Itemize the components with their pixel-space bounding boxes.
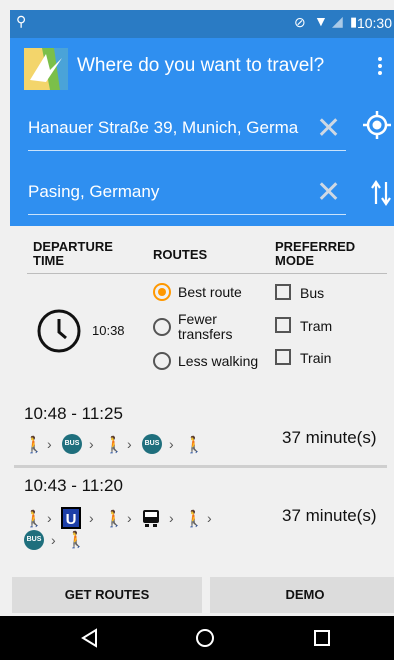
get-routes-button[interactable]: GET ROUTES (12, 577, 202, 613)
ubahn-icon: U (61, 507, 81, 529)
tram-icon (141, 508, 161, 528)
clock-icon[interactable] (36, 308, 82, 354)
result-duration: 37 minute(s) (282, 506, 377, 525)
result-duration: 37 minute(s) (282, 428, 377, 447)
bus-icon: BUS (24, 530, 44, 550)
mode-option-train[interactable]: Train (275, 349, 355, 367)
my-location-icon[interactable] (362, 110, 392, 140)
route-option-less-walking[interactable]: Less walking (153, 352, 265, 372)
checkbox-tram[interactable] (275, 317, 291, 333)
walk-icon: 🚶 (104, 437, 124, 454)
radio-fewer-transfers[interactable] (153, 318, 171, 336)
do-not-disturb-icon: ⊘ (294, 14, 306, 30)
routes-header: ROUTES (153, 247, 208, 262)
route-result-2[interactable]: 10:43 - 11:20 37 minute(s) 🚶 › U › 🚶 › ›… (14, 470, 392, 552)
departure-time-header: DEPARTURE TIME (33, 239, 113, 268)
chevron-right-icon: › (89, 436, 94, 452)
route-option-fewer-transfers[interactable]: Fewer transfers (153, 312, 263, 346)
chevron-right-icon: › (51, 532, 56, 548)
overflow-menu-icon[interactable] (372, 52, 388, 82)
destination-value: Pasing, Germany (28, 182, 160, 201)
result-time-range: 10:43 - 11:20 (24, 476, 123, 495)
bus-icon: BUS (142, 434, 162, 454)
chevron-right-icon: › (169, 436, 174, 452)
route-result-1[interactable]: 10:48 - 11:25 37 minute(s) 🚶 › BUS › 🚶 ›… (14, 398, 392, 460)
radio-best-route[interactable] (153, 283, 171, 301)
home-icon[interactable] (195, 628, 215, 648)
departure-time[interactable]: 10:38 (92, 323, 125, 338)
route-option-label: Fewer transfers (178, 311, 233, 342)
wifi-icon: ▼ (314, 13, 328, 29)
chevron-right-icon: › (207, 510, 212, 526)
back-icon[interactable] (80, 628, 100, 648)
mode-option-bus[interactable]: Bus (275, 284, 355, 302)
preferred-mode-header: PREFERRED MODE (275, 239, 356, 268)
chevron-right-icon: › (47, 436, 52, 452)
walk-icon: 🚶 (184, 437, 204, 454)
demo-button[interactable]: DEMO (210, 577, 394, 613)
mode-option-label: Tram (300, 318, 333, 334)
chevron-right-icon: › (47, 510, 52, 526)
app-logo-map-icon (24, 48, 68, 90)
chevron-right-icon: › (89, 510, 94, 526)
app-bar: Where do you want to travel? (10, 38, 394, 100)
bus-icon: BUS (62, 434, 82, 454)
route-form: Hanauer Straße 39, Munich, Germa ✕ Pasin… (10, 100, 394, 226)
signal-icon: ◢ (332, 13, 343, 29)
chevron-right-icon: › (127, 436, 132, 452)
swap-locations-icon[interactable] (370, 178, 392, 208)
status-time: 10:30 (356, 15, 392, 31)
checkbox-bus[interactable] (275, 284, 291, 300)
route-option-best[interactable]: Best route (153, 283, 263, 303)
mode-option-tram[interactable]: Tram (275, 317, 355, 335)
mode-option-label: Bus (300, 285, 325, 301)
walk-icon: 🚶 (24, 437, 44, 454)
checkbox-train[interactable] (275, 349, 291, 365)
origin-value: Hanauer Straße 39, Munich, Germa (28, 118, 299, 137)
recents-icon[interactable] (312, 628, 332, 648)
mode-option-label: Train (300, 350, 332, 366)
chevron-right-icon: › (169, 510, 174, 526)
route-option-label: Best route (178, 284, 242, 300)
clear-origin-icon[interactable]: ✕ (316, 114, 341, 144)
navigation-bar (0, 616, 394, 660)
result-time-range: 10:48 - 11:25 (24, 404, 123, 423)
destination-field[interactable]: Pasing, Germany (28, 176, 346, 215)
result-divider (14, 465, 387, 468)
origin-field[interactable]: Hanauer Straße 39, Munich, Germa (28, 114, 346, 151)
clear-destination-icon[interactable]: ✕ (316, 178, 341, 208)
walk-icon: 🚶 (24, 511, 44, 528)
walk-icon: 🚶 (184, 511, 204, 528)
radio-less-walking[interactable] (153, 352, 171, 370)
walk-icon: 🚶 (104, 511, 124, 528)
walk-icon: 🚶 (66, 532, 86, 549)
notification-icon: ⚲ (16, 13, 27, 29)
header-divider (27, 273, 387, 274)
chevron-right-icon: › (127, 510, 132, 526)
status-bar: ⚲ ⊘ ▼ ◢ ▮ 10:30 (10, 10, 394, 38)
route-option-label: Less walking (178, 353, 259, 369)
page-title: Where do you want to travel? (77, 55, 325, 76)
